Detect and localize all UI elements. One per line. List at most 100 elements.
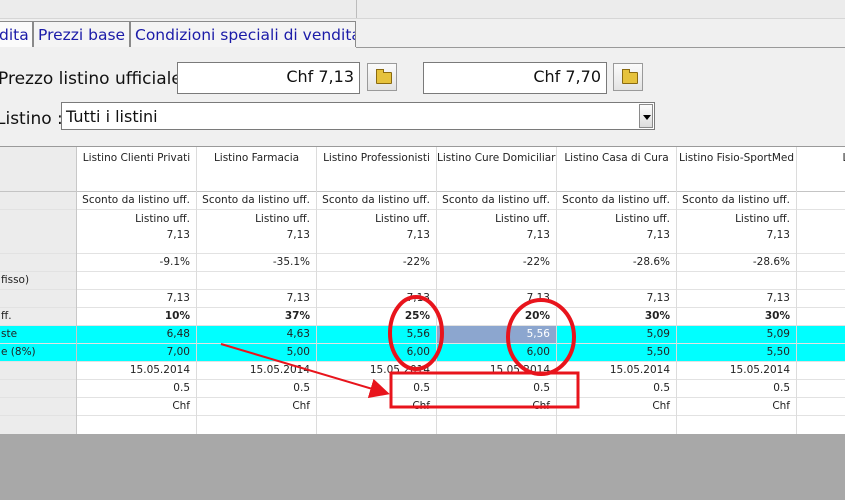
cell-empty[interactable] xyxy=(677,416,796,435)
cell-discount[interactable]: 30% xyxy=(557,308,676,326)
cell-uff[interactable]: 7,13 xyxy=(437,290,556,308)
cell-net[interactable]: 6,48 xyxy=(77,326,196,344)
tab-condizioni-speciali[interactable]: Condizioni speciali di vendita xyxy=(130,21,356,47)
cell-currency[interactable]: Chf xyxy=(677,398,796,416)
cell-vat[interactable]: 7,00 xyxy=(77,344,196,362)
cell-currency[interactable]: Chf xyxy=(557,398,676,416)
cell-base[interactable]: Listino uff. 7,13 xyxy=(197,210,316,254)
cell-vat[interactable]: 5,50 xyxy=(677,344,796,362)
cell-date[interactable]: 15.05.2014 xyxy=(437,362,556,380)
cell-currency[interactable]: Chf xyxy=(197,398,316,416)
cell-round[interactable]: 0.5 xyxy=(317,380,436,398)
cell-pct[interactable]: -35.1% xyxy=(197,254,316,272)
cell-fisso[interactable] xyxy=(437,272,556,290)
cell-net[interactable]: 5,56 xyxy=(317,326,436,344)
cell-net[interactable] xyxy=(797,326,845,344)
cell-round[interactable]: 0.5 xyxy=(677,380,796,398)
cell-uff[interactable]: 7,13 xyxy=(197,290,316,308)
cell-base[interactable]: Listino uff. 7,13 xyxy=(317,210,436,254)
cell-base[interactable]: Listino uff. 7,13 xyxy=(437,210,556,254)
cell-uff[interactable]: 7,13 xyxy=(677,290,796,308)
cell-round[interactable]: 0.5 xyxy=(77,380,196,398)
cell-base[interactable]: Listino uff. 7,13 xyxy=(557,210,676,254)
cell-fisso[interactable] xyxy=(77,272,196,290)
cell-pct[interactable]: -28.6% xyxy=(557,254,676,272)
cell-net[interactable]: 5,09 xyxy=(557,326,676,344)
column-header[interactable]: Listino Cure Domiciliari xyxy=(437,147,556,192)
cell-empty[interactable] xyxy=(317,416,436,435)
cell-sconto[interactable]: Sconto da listino uff. xyxy=(197,192,316,210)
cell-net[interactable]: 4,63 xyxy=(197,326,316,344)
cell-fisso[interactable] xyxy=(317,272,436,290)
cell-uff[interactable]: 7,13 xyxy=(77,290,196,308)
cell-vat[interactable]: 6,00 xyxy=(437,344,556,362)
cell-uff[interactable] xyxy=(797,290,845,308)
cell-discount[interactable] xyxy=(797,308,845,326)
cell-date[interactable]: 15.05.2014 xyxy=(677,362,796,380)
prezzo-iva-field[interactable]: Chf 7,70 xyxy=(423,62,607,94)
cell-discount[interactable]: 20% xyxy=(437,308,556,326)
cell-fisso[interactable] xyxy=(557,272,676,290)
cell-vat[interactable]: 5,00 xyxy=(197,344,316,362)
cell-pct[interactable]: -22% xyxy=(437,254,556,272)
cell-currency[interactable]: Chf xyxy=(77,398,196,416)
cell-discount[interactable]: 10% xyxy=(77,308,196,326)
cell-sconto[interactable]: Sconto xyxy=(797,192,845,210)
cell-sconto[interactable]: Sconto da listino uff. xyxy=(437,192,556,210)
cell-round[interactable]: 0.5 xyxy=(557,380,676,398)
column-header[interactable]: Listin xyxy=(797,147,845,192)
cell-sconto[interactable]: Sconto da listino uff. xyxy=(677,192,796,210)
cell-pct[interactable] xyxy=(797,254,845,272)
cell-fisso[interactable] xyxy=(797,272,845,290)
cell-currency[interactable]: Chf xyxy=(317,398,436,416)
listino-select[interactable]: Tutti i listini xyxy=(61,102,655,130)
column-header[interactable]: Listino Fisio-SportMed xyxy=(677,147,796,192)
tab-prezzi-base[interactable]: Prezzi base xyxy=(33,21,130,47)
cell-empty[interactable] xyxy=(797,416,845,435)
cell-discount[interactable]: 25% xyxy=(317,308,436,326)
cell-discount[interactable]: 30% xyxy=(677,308,796,326)
cell-currency[interactable]: Chf xyxy=(437,398,556,416)
column-header[interactable]: Listino Farmacia xyxy=(197,147,316,192)
cell-date[interactable]: 15.05.2014 xyxy=(557,362,676,380)
cell-pct[interactable]: -9.1% xyxy=(77,254,196,272)
cell-discount[interactable]: 37% xyxy=(197,308,316,326)
cell-vat[interactable]: 6,00 xyxy=(317,344,436,362)
prezzo-ufficiale-field[interactable]: Chf 7,13 xyxy=(177,62,360,94)
cell-base[interactable]: Listino uff. 7,13 xyxy=(677,210,796,254)
cell-empty[interactable] xyxy=(197,416,316,435)
cell-net[interactable]: 5,09 xyxy=(677,326,796,344)
cell-sconto[interactable]: Sconto da listino uff. xyxy=(77,192,196,210)
open-button-2[interactable] xyxy=(613,63,643,91)
column-header[interactable]: Listino Casa di Cura xyxy=(557,147,676,192)
cell-uff[interactable]: 7,13 xyxy=(317,290,436,308)
open-button-1[interactable] xyxy=(367,63,397,91)
cell-date[interactable]: 15.05.2014 xyxy=(197,362,316,380)
tab-vendita[interactable]: dita xyxy=(0,21,33,47)
cell-empty[interactable] xyxy=(77,416,196,435)
cell-base[interactable]: Listino uff. 7,13 xyxy=(77,210,196,254)
column-header[interactable]: Listino Clienti Privati xyxy=(77,147,196,192)
cell-sconto[interactable]: Sconto da listino uff. xyxy=(557,192,676,210)
cell-empty[interactable] xyxy=(557,416,676,435)
cell-date[interactable]: 15.05.2014 xyxy=(317,362,436,380)
cell-empty[interactable] xyxy=(437,416,556,435)
cell-uff[interactable]: 7,13 xyxy=(557,290,676,308)
cell-base[interactable] xyxy=(797,210,845,254)
cell-vat[interactable] xyxy=(797,344,845,362)
cell-vat[interactable]: 5,50 xyxy=(557,344,676,362)
column-header[interactable]: Listino Professionisti xyxy=(317,147,436,192)
cell-net[interactable]: 5,56 xyxy=(437,326,556,344)
cell-round[interactable]: 0.5 xyxy=(197,380,316,398)
cell-sconto[interactable]: Sconto da listino uff. xyxy=(317,192,436,210)
chevron-down-icon[interactable] xyxy=(639,104,653,128)
cell-round[interactable] xyxy=(797,380,845,398)
cell-pct[interactable]: -28.6% xyxy=(677,254,796,272)
cell-fisso[interactable] xyxy=(677,272,796,290)
cell-pct[interactable]: -22% xyxy=(317,254,436,272)
cell-round[interactable]: 0.5 xyxy=(437,380,556,398)
cell-date[interactable] xyxy=(797,362,845,380)
cell-fisso[interactable] xyxy=(197,272,316,290)
cell-currency[interactable] xyxy=(797,398,845,416)
cell-date[interactable]: 15.05.2014 xyxy=(77,362,196,380)
